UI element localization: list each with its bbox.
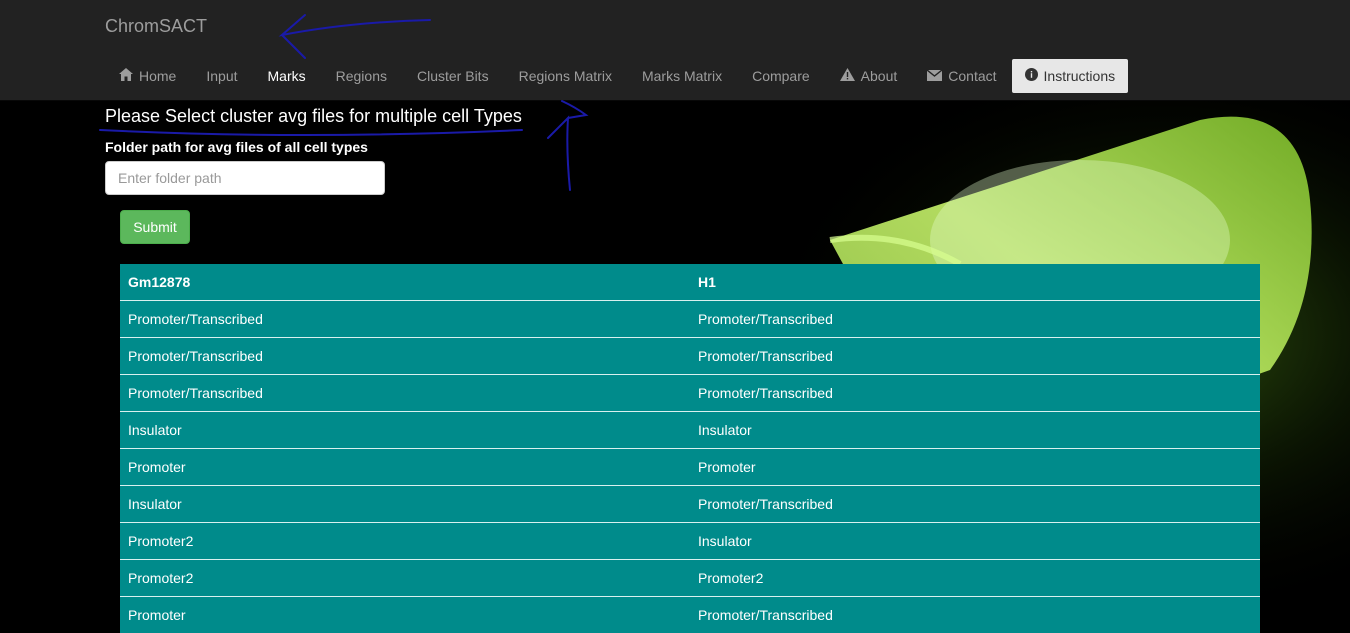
table-row: PromoterPromoter/Transcribed <box>120 597 1260 633</box>
table-cell: Promoter2 <box>120 560 690 597</box>
table-cell: Insulator <box>120 412 690 449</box>
table-row: Promoter/TranscribedPromoter/Transcribed <box>120 375 1260 412</box>
table-cell: Promoter2 <box>690 560 1260 597</box>
submit-button[interactable]: Submit <box>120 210 190 244</box>
folder-path-input[interactable] <box>105 161 385 195</box>
nav-regions-matrix[interactable]: Regions Matrix <box>504 59 627 93</box>
nav-about[interactable]: About <box>825 59 913 93</box>
table-row: Promoter/TranscribedPromoter/Transcribed <box>120 338 1260 375</box>
nav-contact-label: Contact <box>948 68 996 84</box>
table-header-row: Gm12878 H1 <box>120 264 1260 301</box>
nav-marks-matrix[interactable]: Marks Matrix <box>627 59 737 93</box>
table-cell: Promoter/Transcribed <box>690 375 1260 412</box>
table-cell: Promoter <box>120 597 690 633</box>
envelope-icon <box>927 68 942 84</box>
table-cell: Promoter2 <box>120 523 690 560</box>
nav-cluster-bits[interactable]: Cluster Bits <box>402 59 504 93</box>
table-cell: Promoter/Transcribed <box>690 486 1260 523</box>
nav-instructions[interactable]: Instructions <box>1012 59 1129 93</box>
info-icon <box>1025 68 1038 84</box>
nav-about-label: About <box>861 68 898 84</box>
nav-home[interactable]: Home <box>105 59 191 93</box>
table-row: InsulatorInsulator <box>120 412 1260 449</box>
nav-input[interactable]: Input <box>191 59 252 93</box>
column-header-h1: H1 <box>690 264 1260 301</box>
folder-path-label: Folder path for avg files of all cell ty… <box>105 139 368 155</box>
table-cell: Insulator <box>120 486 690 523</box>
nav-instructions-label: Instructions <box>1044 68 1116 84</box>
nav-contact[interactable]: Contact <box>912 59 1011 93</box>
table-row: Promoter2Insulator <box>120 523 1260 560</box>
table-cell: Promoter/Transcribed <box>120 338 690 375</box>
table-row: Promoter/TranscribedPromoter/Transcribed <box>120 301 1260 338</box>
table-cell: Promoter <box>690 449 1260 486</box>
table-row: InsulatorPromoter/Transcribed <box>120 486 1260 523</box>
home-icon <box>119 68 133 84</box>
table-row: Promoter2Promoter2 <box>120 560 1260 597</box>
table-cell: Insulator <box>690 412 1260 449</box>
column-header-gm12878: Gm12878 <box>120 264 690 301</box>
warning-icon <box>840 68 855 84</box>
page-heading: Please Select cluster avg files for mult… <box>105 105 522 127</box>
table-cell: Promoter/Transcribed <box>120 375 690 412</box>
nav-home-label: Home <box>139 68 176 84</box>
table-cell: Promoter/Transcribed <box>690 597 1260 633</box>
cluster-table: Gm12878 H1 Promoter/TranscribedPromoter/… <box>120 264 1260 633</box>
table-cell: Promoter/Transcribed <box>120 301 690 338</box>
table-cell: Promoter/Transcribed <box>690 338 1260 375</box>
nav-marks[interactable]: Marks <box>253 59 321 93</box>
brand-logo[interactable]: ChromSACT <box>105 15 207 37</box>
table-row: PromoterPromoter <box>120 449 1260 486</box>
table-cell: Insulator <box>690 523 1260 560</box>
main-nav: Home Input Marks Regions Cluster Bits Re… <box>105 59 1128 93</box>
nav-regions[interactable]: Regions <box>321 59 402 93</box>
table-cell: Promoter/Transcribed <box>690 301 1260 338</box>
nav-compare[interactable]: Compare <box>737 59 825 93</box>
table-cell: Promoter <box>120 449 690 486</box>
top-navbar: ChromSACT Home Input Marks Regions Clust… <box>0 0 1350 101</box>
